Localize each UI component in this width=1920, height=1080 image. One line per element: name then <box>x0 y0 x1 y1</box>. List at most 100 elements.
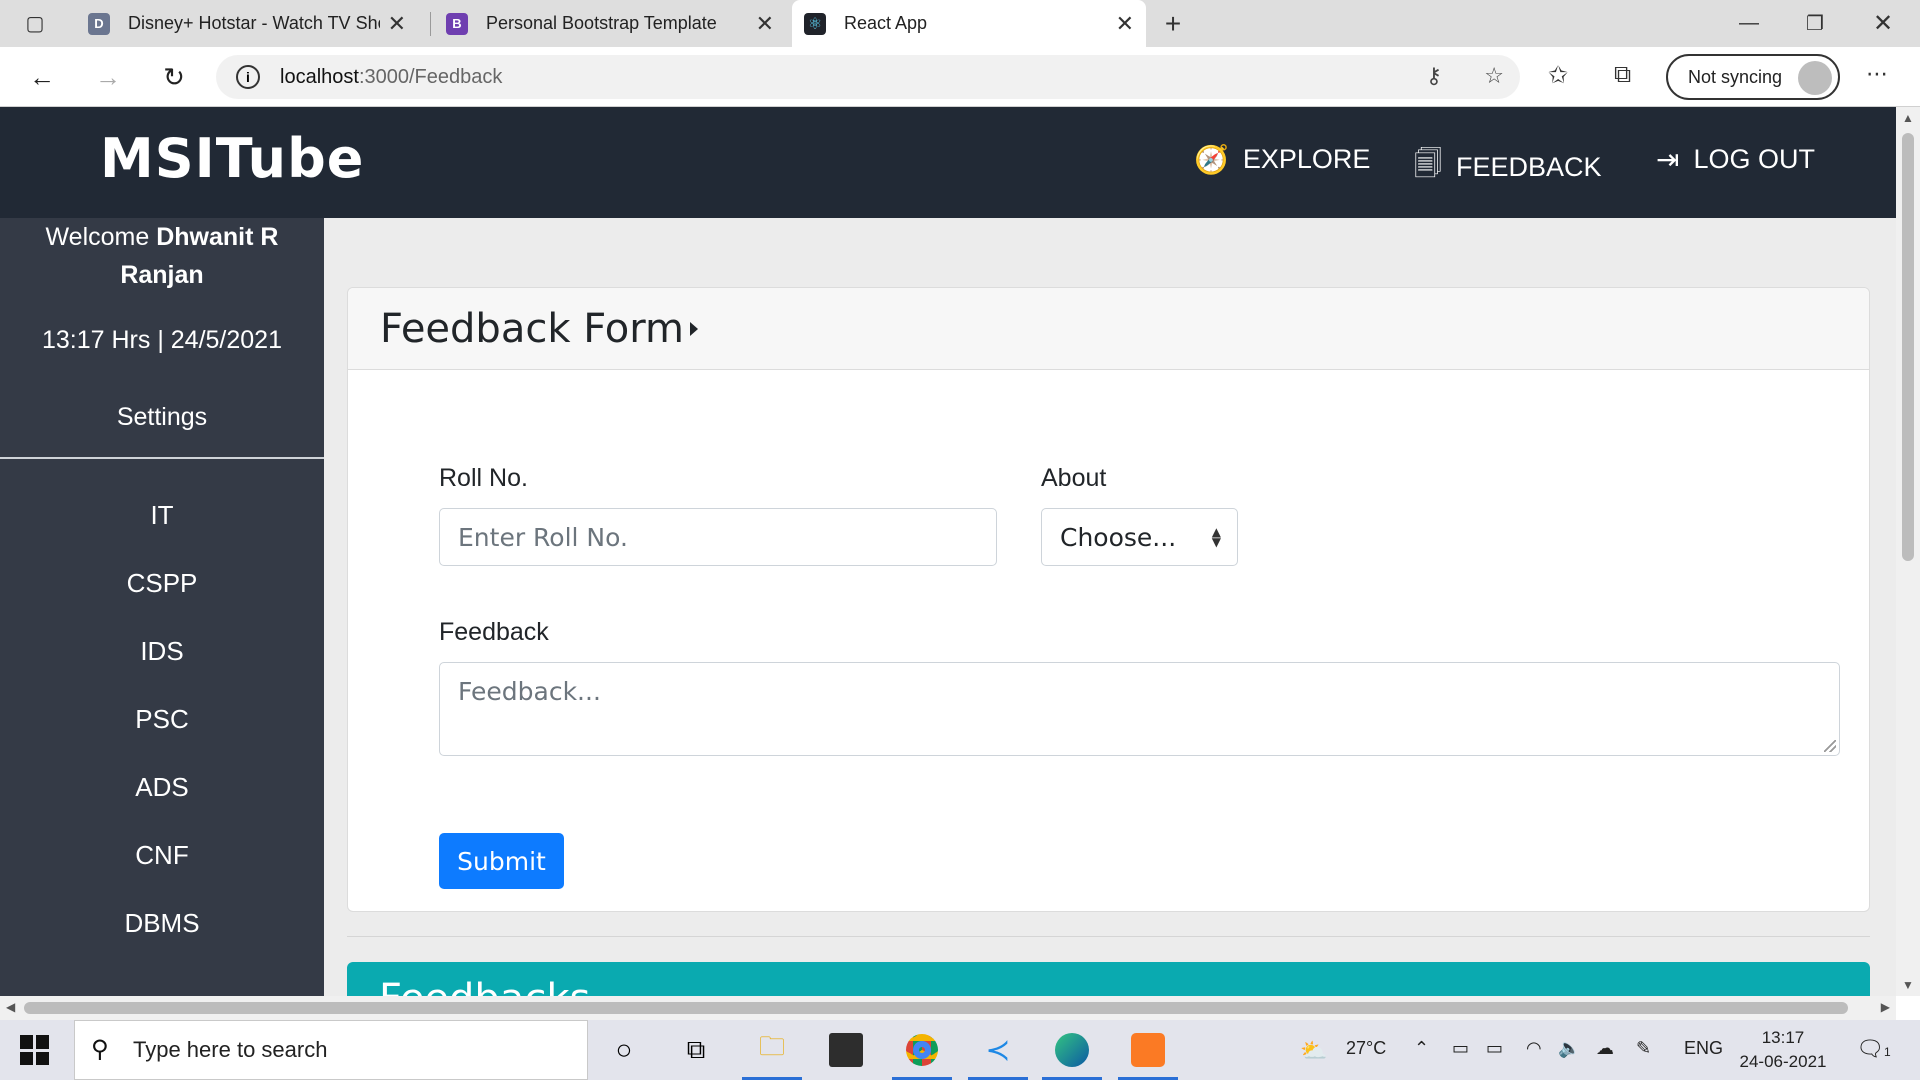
logout-icon: ⇥ <box>1656 144 1680 175</box>
document-icon: 🗐 <box>1414 148 1442 179</box>
nav-logout[interactable]: ⇥ LOG OUT <box>1656 143 1815 176</box>
collections-icon[interactable]: ⧉ <box>1614 61 1631 89</box>
xampp-icon[interactable] <box>1118 1030 1178 1080</box>
url-host: localhost <box>280 65 359 88</box>
browser-tab-bar: ▢ D Disney+ Hotstar - Watch TV Sho ✕ B P… <box>0 0 1920 47</box>
vertical-scroll-thumb[interactable] <box>1902 133 1914 561</box>
nav-feedback[interactable]: 🗐 FEEDBACK <box>1414 143 1602 191</box>
feedbacks-card: Feedbacks <box>347 962 1870 996</box>
tab-title: Personal Bootstrap Template <box>486 13 717 33</box>
roll-no-input[interactable]: Enter Roll No. <box>439 508 997 566</box>
page-viewport: MSITube 🧭 EXPLORE 🗐 FEEDBACK ⇥ LOG OUT W… <box>0 107 1896 996</box>
horizontal-scrollbar[interactable]: ◀ ▶ <box>0 996 1896 1020</box>
notification-icon[interactable]: 🗨1 <box>1856 1036 1891 1062</box>
nav-explore-label: EXPLORE <box>1242 144 1371 174</box>
sidebar-divider <box>0 457 324 459</box>
brand-logo[interactable]: MSITube <box>100 127 364 190</box>
sidebar-clock: 13:17 Hrs | 24/5/2021 <box>42 326 282 354</box>
pen-icon[interactable]: ✎ <box>1636 1038 1651 1059</box>
sidebar-item-psc[interactable]: PSC <box>0 704 324 735</box>
battery-icon[interactable]: ▭ <box>1486 1038 1503 1059</box>
minimize-icon[interactable]: — <box>1716 0 1782 47</box>
sidebar-item-dbms[interactable]: DBMS <box>0 908 324 939</box>
file-explorer-icon[interactable]: 🗀 <box>742 1030 802 1080</box>
url-path: :3000/Feedback <box>358 65 503 88</box>
about-selected-value: Choose... <box>1060 522 1177 552</box>
favorites-icon[interactable]: ✩ <box>1548 61 1568 90</box>
volume-icon[interactable]: 🔈 <box>1558 1038 1580 1059</box>
chrome-icon[interactable] <box>892 1030 952 1080</box>
close-tab-icon[interactable]: ✕ <box>1116 11 1134 37</box>
restore-icon[interactable]: ❐ <box>1782 0 1848 47</box>
bootstrap-icon: B <box>446 12 468 35</box>
sidebar-item-ads[interactable]: ADS <box>0 772 324 803</box>
caret-right-icon[interactable] <box>690 322 698 336</box>
notification-count: 1 <box>1883 1045 1891 1059</box>
more-icon[interactable]: ⋯ <box>1866 61 1888 87</box>
weather-temperature[interactable]: 27°C <box>1346 1038 1386 1059</box>
feedback-label: Feedback <box>439 618 549 646</box>
meet-now-icon[interactable]: ▭ <box>1452 1038 1469 1059</box>
nav-explore[interactable]: 🧭 EXPLORE <box>1194 143 1370 176</box>
back-icon[interactable]: ← <box>24 59 60 95</box>
tab-react-app[interactable]: ⚛ React App ✕ <box>792 0 1146 47</box>
tab-actions-icon[interactable]: ▢ <box>0 0 70 47</box>
tab-title: Disney+ Hotstar - Watch TV Sho <box>128 13 380 33</box>
app-icon[interactable] <box>826 1030 866 1070</box>
taskbar-search[interactable]: ⚲ Type here to search <box>74 1020 588 1080</box>
windows-start-icon[interactable] <box>20 1035 50 1065</box>
scroll-left-icon[interactable]: ◀ <box>6 1000 15 1014</box>
new-tab-icon[interactable]: + <box>1140 0 1206 47</box>
sidebar-item-ids[interactable]: IDS <box>0 636 324 667</box>
sidebar-item-cspp[interactable]: CSPP <box>0 568 324 599</box>
chevron-up-icon[interactable]: ⌃ <box>1414 1038 1429 1059</box>
scroll-right-icon[interactable]: ▶ <box>1881 1000 1890 1014</box>
tab-separator <box>430 12 431 36</box>
react-icon: ⚛ <box>804 12 826 35</box>
nav-feedback-label: FEEDBACK <box>1455 151 1602 182</box>
feedback-textarea[interactable]: Feedback... <box>439 662 1840 756</box>
profile-sync-button[interactable]: Not syncing <box>1666 54 1840 100</box>
sidebar-item-it[interactable]: IT <box>0 500 324 531</box>
feedbacks-title: Feedbacks <box>379 976 590 996</box>
tab-hotstar[interactable]: D Disney+ Hotstar - Watch TV Sho ✕ <box>76 0 418 47</box>
close-tab-icon[interactable]: ✕ <box>388 11 406 37</box>
card-header: Feedback Form <box>348 288 1869 370</box>
add-favorite-icon[interactable]: ☆ <box>1484 63 1504 89</box>
about-select[interactable]: Choose... ▲ ▼ <box>1041 508 1238 566</box>
key-icon[interactable]: ⚷ <box>1426 63 1442 89</box>
tab-bootstrap[interactable]: B Personal Bootstrap Template ✕ <box>434 0 786 47</box>
section-divider <box>347 936 1870 937</box>
forward-icon[interactable]: → <box>90 59 126 95</box>
cortana-icon[interactable]: ○ <box>604 1030 644 1070</box>
sidebar-item-cnf[interactable]: CNF <box>0 840 324 871</box>
clock-time: 13:17 <box>1761 1028 1805 1047</box>
scroll-down-icon[interactable]: ▼ <box>1902 978 1914 992</box>
tab-title: React App <box>844 13 928 33</box>
horizontal-scroll-thumb[interactable] <box>24 1002 1848 1014</box>
url-field[interactable]: i localhost:3000/Feedback ⚷ ☆ <box>216 55 1520 99</box>
site-info-icon[interactable]: i <box>236 65 260 89</box>
taskbar-clock[interactable]: 13:17 24-06-2021 <box>1738 1026 1828 1074</box>
edge-icon[interactable] <box>1042 1030 1102 1080</box>
feedback-placeholder: Feedback... <box>458 677 601 706</box>
refresh-icon[interactable]: ↻ <box>156 59 192 95</box>
welcome-prefix: Welcome <box>45 223 150 251</box>
close-tab-icon[interactable]: ✕ <box>756 11 774 37</box>
sidebar-settings-link[interactable]: Settings <box>0 403 324 432</box>
submit-button[interactable]: Submit <box>439 833 564 889</box>
resize-handle-icon[interactable] <box>1824 740 1836 752</box>
roll-no-label: Roll No. <box>439 464 528 492</box>
weather-icon[interactable]: ⛅ <box>1300 1038 1327 1064</box>
select-arrows-icon: ▲ ▼ <box>1211 525 1221 549</box>
close-window-icon[interactable]: ✕ <box>1850 0 1916 47</box>
onedrive-icon[interactable]: ☁ <box>1596 1038 1614 1059</box>
language-indicator[interactable]: ENG <box>1684 1038 1723 1059</box>
vscode-icon[interactable]: ≺ <box>968 1030 1028 1080</box>
scroll-up-icon[interactable]: ▲ <box>1902 111 1914 125</box>
task-view-icon[interactable]: ⧉ <box>676 1030 716 1070</box>
vertical-scrollbar[interactable]: ▲ ▼ <box>1896 107 1920 996</box>
address-bar-row: ← → ↻ i localhost:3000/Feedback ⚷ ☆ ✩ ⧉ … <box>0 47 1920 107</box>
wifi-icon[interactable]: ◠ <box>1526 1038 1542 1059</box>
search-placeholder: Type here to search <box>133 1037 328 1062</box>
